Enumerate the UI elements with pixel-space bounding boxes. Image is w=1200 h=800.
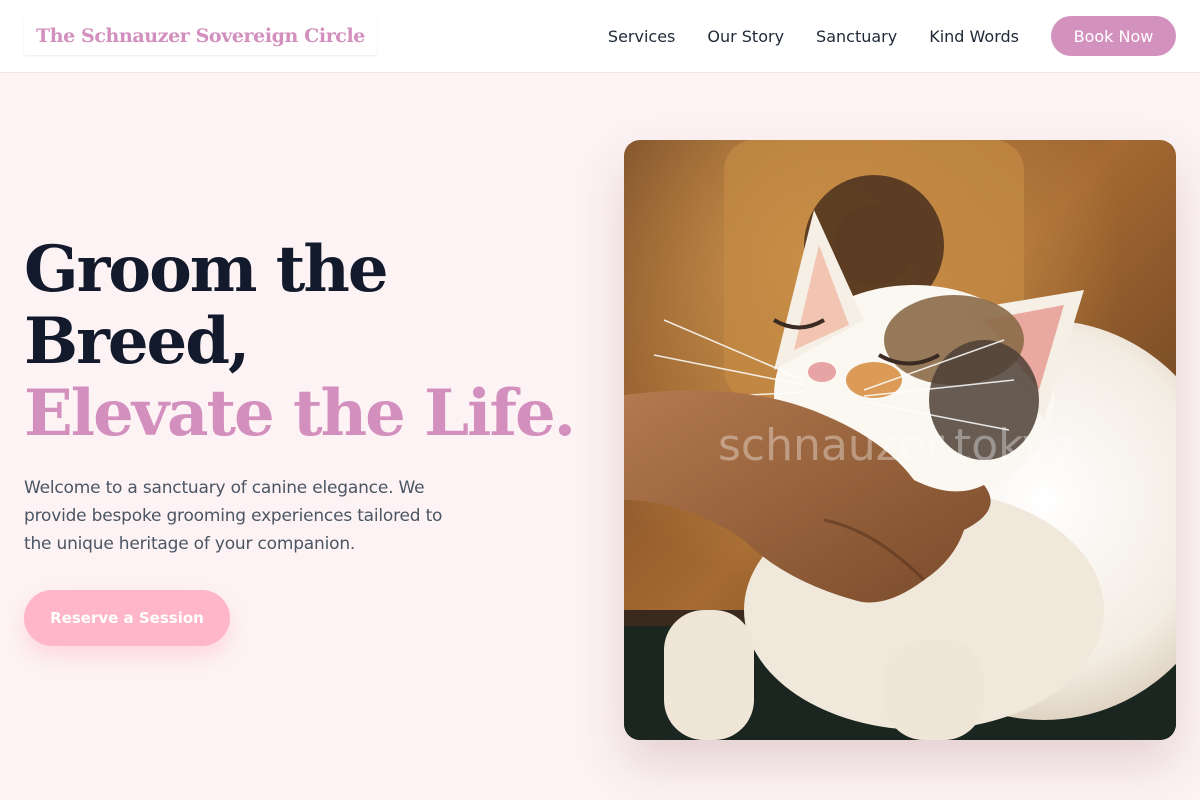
- nav-services[interactable]: Services: [608, 27, 675, 46]
- photo-watermark: schnauzer.tokyo: [718, 420, 1075, 471]
- hero-photo: schnauzer.tokyo: [624, 140, 1176, 740]
- hero-title-line-1: Groom the: [24, 232, 389, 307]
- hero-title-accent: Elevate the Life.: [24, 376, 576, 451]
- nav-kind-words[interactable]: Kind Words: [929, 27, 1019, 46]
- book-now-button[interactable]: Book Now: [1051, 16, 1176, 56]
- nav-sanctuary[interactable]: Sanctuary: [816, 27, 897, 46]
- hero-title-line-2: Breed,: [24, 304, 250, 379]
- hero-description: Welcome to a sanctuary of canine eleganc…: [24, 478, 443, 554]
- site-header: The Schnauzer Sovereign Circle Services …: [0, 0, 1200, 73]
- nav-our-story[interactable]: Our Story: [707, 27, 784, 46]
- reserve-session-button[interactable]: Reserve a Session: [24, 590, 230, 646]
- main-nav: Services Our Story Sanctuary Kind Words …: [608, 16, 1176, 56]
- hero-title: Groom the Breed, Elevate the Life.: [24, 234, 584, 450]
- site-logo[interactable]: The Schnauzer Sovereign Circle: [24, 17, 377, 55]
